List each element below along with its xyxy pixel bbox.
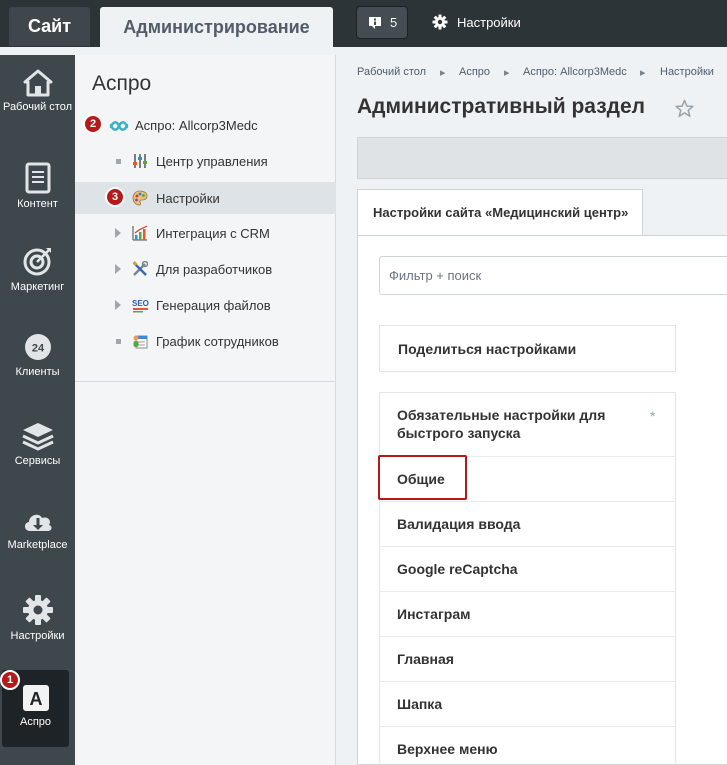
tools-icon bbox=[132, 261, 148, 276]
menu-item-label: Маркетинг bbox=[10, 281, 65, 293]
breadcrumb-item[interactable]: Рабочий стол bbox=[357, 66, 426, 78]
menu-item-content[interactable]: Контент bbox=[0, 162, 75, 211]
aspro-a-icon: A bbox=[22, 685, 49, 711]
left-menu: Рабочий стол Контент Маркетинг 24 Клиент… bbox=[0, 55, 75, 765]
expand-arrow-icon[interactable] bbox=[115, 228, 121, 238]
aspro-logo-icon bbox=[109, 121, 129, 131]
schedule-icon bbox=[133, 335, 148, 349]
cloud-download-icon bbox=[24, 514, 52, 531]
tree-item-developers[interactable]: Для разработчиков bbox=[75, 253, 336, 285]
tab-administration[interactable]: Администрирование bbox=[100, 7, 333, 47]
tab-site-settings[interactable]: Настройки сайта «Медицинский центр» bbox=[357, 189, 643, 236]
toolbar-strip bbox=[357, 137, 727, 179]
menu-item-settings[interactable]: Настройки bbox=[0, 594, 75, 643]
section-item-required[interactable]: Обязательные настройки для быстрого запу… bbox=[380, 393, 675, 456]
layers-icon bbox=[21, 423, 54, 451]
document-icon bbox=[25, 162, 50, 194]
menu-item-clients[interactable]: 24 Клиенты bbox=[0, 332, 75, 379]
menu-item-label: Marketplace bbox=[7, 539, 68, 551]
tree-item-control-center[interactable]: Центр управления bbox=[75, 145, 336, 177]
sliders-icon bbox=[133, 154, 147, 168]
menu-item-desktop[interactable]: Рабочий стол bbox=[0, 69, 75, 114]
tab-site[interactable]: Сайт bbox=[9, 7, 90, 46]
tree-bullet bbox=[116, 339, 121, 344]
section-item-recaptcha[interactable]: Google reCaptcha bbox=[380, 546, 675, 591]
asterisk-icon: * bbox=[650, 408, 656, 424]
top-bar: Сайт Администрирование 5 Настройки bbox=[0, 0, 727, 47]
clients-24-icon: 24 bbox=[24, 334, 51, 360]
tree-item-file-generation[interactable]: SEO Генерация файлов bbox=[75, 289, 336, 321]
breadcrumb-item[interactable]: Аспро bbox=[459, 66, 490, 78]
share-settings-button[interactable]: Поделиться настройками bbox=[379, 325, 676, 372]
menu-item-services[interactable]: Сервисы bbox=[0, 421, 75, 468]
tree-item-crm-integration[interactable]: Интеграция с CRM bbox=[75, 217, 336, 249]
tree-root-item[interactable]: Аспро: Allcorp3Medc bbox=[75, 112, 336, 138]
menu-item-label: Клиенты bbox=[15, 366, 60, 378]
breadcrumb-separator-icon: ▸ bbox=[640, 67, 646, 79]
section-item-top-menu[interactable]: Верхнее меню bbox=[380, 726, 675, 765]
tree-root-label: Аспро: Allcorp3Medc bbox=[135, 118, 258, 133]
tree-item-label: Настройки bbox=[156, 191, 220, 206]
panel-title: Аспро bbox=[92, 72, 152, 95]
expand-arrow-icon[interactable] bbox=[115, 264, 121, 274]
tree-item-label: График сотрудников bbox=[156, 334, 279, 349]
tree-item-label: Генерация файлов bbox=[156, 298, 271, 313]
secondary-panel: Аспро Аспро: Allcorp3Medc Центр управлен… bbox=[75, 55, 336, 765]
svg-text:24: 24 bbox=[31, 343, 44, 355]
menu-item-marketplace[interactable]: Marketplace bbox=[0, 507, 75, 552]
settings-sections-list: Обязательные настройки для быстрого запу… bbox=[379, 392, 676, 765]
home-icon bbox=[23, 69, 52, 97]
section-item-main[interactable]: Главная bbox=[380, 636, 675, 681]
notifications-button[interactable]: 5 bbox=[356, 6, 408, 39]
menu-item-label: Рабочий стол bbox=[2, 101, 73, 113]
section-item-label: Обязательные настройки для быстрого запу… bbox=[397, 407, 606, 441]
tabs-area: Настройки сайта «Медицинский центр» bbox=[357, 189, 727, 236]
annotation-badge-2: 2 bbox=[83, 114, 103, 134]
section-item-input-validation[interactable]: Валидация ввода bbox=[380, 501, 675, 546]
svg-text:A: A bbox=[29, 689, 42, 709]
notifications-count: 5 bbox=[390, 15, 398, 30]
tree-item-label: Для разработчиков bbox=[156, 262, 273, 277]
palette-icon bbox=[132, 190, 148, 206]
breadcrumb-separator-icon: ▸ bbox=[440, 67, 446, 79]
menu-item-label: Настройки bbox=[10, 630, 65, 642]
section-item-header[interactable]: Шапка bbox=[380, 681, 675, 726]
section-item-instagram[interactable]: Инстаграм bbox=[380, 591, 675, 636]
menu-item-marketing[interactable]: Маркетинг bbox=[0, 245, 75, 294]
filter-search-input[interactable] bbox=[379, 256, 727, 295]
menu-item-label: Контент bbox=[17, 198, 58, 210]
chart-icon bbox=[132, 225, 148, 241]
gear-icon bbox=[432, 14, 448, 30]
tree-item-label: Интеграция с CRM bbox=[156, 226, 270, 241]
tree-item-label: Центр управления bbox=[156, 154, 268, 169]
tree-bullet bbox=[116, 159, 121, 164]
settings-label: Настройки bbox=[457, 15, 521, 30]
breadcrumb-item[interactable]: Аспро: Allcorp3Medc bbox=[523, 66, 627, 78]
gear-icon bbox=[22, 595, 53, 625]
seo-icon: SEO bbox=[132, 299, 149, 313]
panel-divider bbox=[75, 381, 335, 382]
breadcrumb-separator-icon: ▸ bbox=[504, 67, 510, 79]
expand-arrow-icon[interactable] bbox=[115, 300, 121, 310]
notification-icon bbox=[369, 17, 381, 29]
svg-text:SEO: SEO bbox=[132, 299, 149, 308]
annotation-badge-1: 1 bbox=[0, 670, 20, 690]
tree-item-staff-schedule[interactable]: График сотрудников bbox=[75, 325, 336, 357]
highlight-frame bbox=[378, 455, 467, 500]
page-title: Административный раздел bbox=[357, 95, 646, 118]
annotation-badge-3: 3 bbox=[105, 187, 125, 207]
star-icon[interactable] bbox=[675, 99, 694, 118]
menu-item-label: Аспро bbox=[19, 716, 52, 728]
target-icon bbox=[23, 248, 51, 276]
menu-item-label: Сервисы bbox=[14, 455, 61, 467]
breadcrumb-item[interactable]: Настройки bbox=[660, 66, 714, 78]
